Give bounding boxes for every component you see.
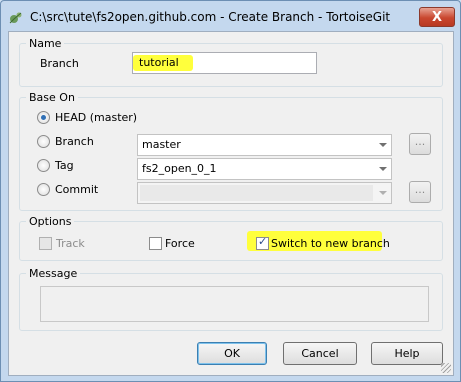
tortoisegit-icon bbox=[9, 12, 22, 24]
close-icon: X bbox=[431, 9, 443, 25]
branch-browse-button[interactable]: ... bbox=[409, 133, 431, 155]
chevron-down-icon bbox=[379, 167, 387, 171]
help-button[interactable]: Help bbox=[371, 342, 443, 365]
commit-radio[interactable] bbox=[37, 183, 50, 196]
base-on-group-label: Base On bbox=[26, 91, 78, 104]
branch-name-value: tutorial bbox=[139, 56, 179, 69]
name-group: Name Branch tutorial bbox=[19, 37, 443, 87]
head-radio-label[interactable]: HEAD (master) bbox=[55, 111, 137, 124]
base-on-group: Base On HEAD (master) Branch master ... … bbox=[19, 91, 443, 211]
tag-combo[interactable]: fs2_open_0_1 bbox=[137, 158, 392, 180]
branch-combo-value: master bbox=[142, 138, 181, 151]
message-textarea[interactable] bbox=[40, 286, 429, 322]
head-radio[interactable] bbox=[37, 111, 50, 124]
options-group-label: Options bbox=[26, 215, 75, 228]
cancel-button[interactable]: Cancel bbox=[283, 342, 357, 365]
commit-combo-field bbox=[140, 185, 373, 201]
tag-combo-value: fs2_open_0_1 bbox=[142, 162, 217, 175]
message-group-label: Message bbox=[26, 267, 81, 280]
resize-grip-icon[interactable] bbox=[441, 363, 451, 373]
branch-radio[interactable] bbox=[37, 135, 50, 148]
switch-branch-checkbox-label[interactable]: Switch to new branch bbox=[271, 237, 390, 250]
switch-branch-checkbox[interactable] bbox=[256, 235, 269, 250]
branch-radio-label[interactable]: Branch bbox=[55, 135, 94, 148]
chevron-down-icon bbox=[379, 143, 387, 147]
ok-button[interactable]: OK bbox=[197, 342, 267, 365]
commit-radio-label[interactable]: Commit bbox=[55, 183, 98, 196]
commit-browse-button[interactable]: ... bbox=[409, 181, 431, 203]
branch-combo[interactable]: master bbox=[137, 134, 392, 156]
message-group: Message bbox=[19, 267, 443, 331]
close-button[interactable]: X bbox=[419, 7, 455, 27]
branch-name-label: Branch bbox=[40, 57, 79, 70]
chevron-down-icon bbox=[379, 191, 387, 195]
force-checkbox-label[interactable]: Force bbox=[165, 237, 195, 250]
options-group: Options Track Force Switch to new branch bbox=[19, 215, 443, 261]
tag-radio[interactable] bbox=[37, 159, 50, 172]
create-branch-dialog: C:\src\tute\fs2open.github.com - Create … bbox=[0, 0, 461, 382]
name-group-label: Name bbox=[26, 37, 65, 50]
title-bar[interactable]: C:\src\tute\fs2open.github.com - Create … bbox=[1, 1, 460, 31]
track-checkbox[interactable] bbox=[39, 237, 52, 250]
track-checkbox-label[interactable]: Track bbox=[56, 237, 85, 250]
branch-name-input[interactable]: tutorial bbox=[132, 52, 317, 74]
tag-radio-label[interactable]: Tag bbox=[55, 159, 74, 172]
dialog-client-area: Name Branch tutorial Base On HEAD (maste… bbox=[8, 31, 454, 376]
force-checkbox[interactable] bbox=[149, 237, 162, 250]
window-title: C:\src\tute\fs2open.github.com - Create … bbox=[30, 10, 391, 24]
commit-combo[interactable] bbox=[137, 182, 392, 204]
